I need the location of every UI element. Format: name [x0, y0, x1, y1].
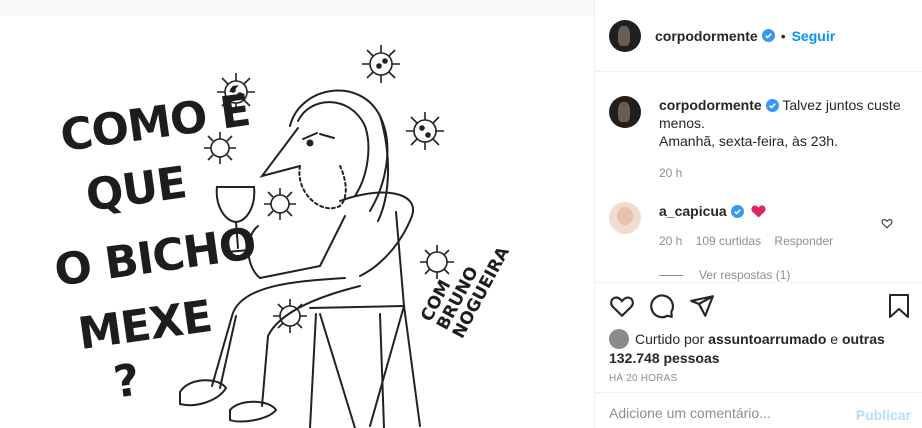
caption-body: corpodormente Talvez juntos custe menos.…	[659, 96, 909, 182]
comments-section[interactable]: corpodormente Talvez juntos custe menos.…	[595, 72, 922, 282]
verified-icon	[765, 99, 779, 112]
caption-text-line-2: Amanhã, sexta-feira, às 23h.	[659, 133, 838, 149]
post-side-panel: corpodormente • Seguir corpodormente Tal…	[594, 0, 922, 428]
comment-like-heart-icon[interactable]	[881, 217, 893, 229]
comment-icon[interactable]	[649, 293, 675, 319]
author-avatar[interactable]	[609, 19, 641, 52]
post-timestamp[interactable]: HÁ 20 HORAS	[609, 373, 677, 384]
follow-button[interactable]: Seguir	[792, 28, 836, 44]
post-container: COMO É QUE O BICHO MEXE ? COM BRUNO NOGU…	[0, 0, 922, 428]
top-strip	[0, 0, 594, 16]
heart-icon[interactable]	[609, 293, 635, 319]
commenter-avatar[interactable]	[609, 202, 641, 234]
share-icon[interactable]	[689, 293, 715, 319]
comment-time: 20 h	[659, 234, 683, 248]
verified-icon	[761, 29, 775, 42]
liker-avatar[interactable]	[609, 329, 629, 349]
publish-button[interactable]: Publicar	[856, 407, 911, 423]
post-image[interactable]: COMO É QUE O BICHO MEXE ? COM BRUNO NOGU…	[0, 16, 594, 428]
caption-username[interactable]: corpodormente	[659, 97, 762, 113]
caption-time: 20 h	[659, 166, 683, 180]
liker-username[interactable]: assuntoarrumado	[708, 331, 826, 347]
illustration-svg	[179, 45, 454, 428]
comment-username[interactable]: a_capicua	[659, 203, 727, 219]
likes-and: e	[830, 331, 839, 347]
caption-avatar[interactable]	[609, 96, 641, 128]
view-replies-text[interactable]: Ver respostas (1)	[699, 268, 790, 282]
likes-summary: Curtido por assuntoarrumado e outras 132…	[609, 329, 909, 367]
add-comment-bar: Publicar	[595, 392, 922, 428]
view-replies-link[interactable]: Ver respostas (1)	[659, 268, 790, 282]
action-icons-row	[609, 293, 729, 319]
comment-input[interactable]	[609, 405, 839, 421]
post-header: corpodormente • Seguir	[595, 0, 922, 72]
actions-section: Curtido por assuntoarrumado e outras 132…	[595, 282, 922, 384]
header-separator: •	[780, 27, 786, 44]
replies-divider-line	[659, 274, 683, 276]
bookmark-icon[interactable]	[887, 293, 911, 319]
comment-body: a_capicua 20 h 109 curtidas Responder	[659, 202, 909, 250]
author-username[interactable]: corpodormente	[655, 28, 758, 44]
likes-prefix: Curtido por	[635, 331, 705, 347]
red-heart-emoji	[751, 205, 766, 218]
comment-likes[interactable]: 109 curtidas	[696, 234, 761, 248]
reply-button[interactable]: Responder	[774, 234, 833, 248]
verified-icon	[730, 205, 744, 218]
